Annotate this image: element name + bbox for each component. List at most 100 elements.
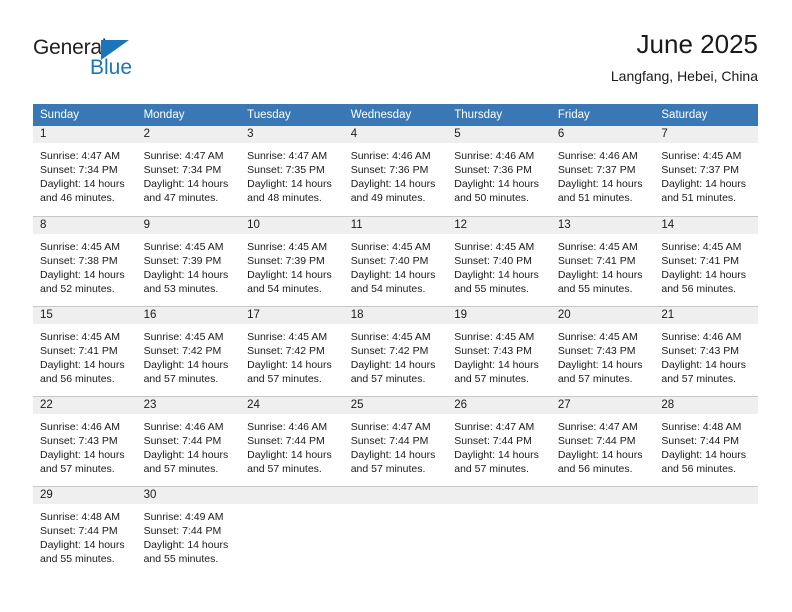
sunrise-text: Sunrise: 4:49 AM <box>143 510 224 523</box>
day-details: Sunrise: 4:45 AM Sunset: 7:42 PM Dayligh… <box>344 324 448 386</box>
page-title: June 2025 <box>636 29 758 59</box>
sunset-text: Sunset: 7:43 PM <box>454 344 532 357</box>
day-number: 29 <box>33 486 137 504</box>
daylight-text-line1: Daylight: 14 hours <box>40 178 125 190</box>
calendar-day-cell[interactable]: 11 Sunrise: 4:45 AM Sunset: 7:40 PM Dayl… <box>343 215 448 306</box>
calendar-day-cell[interactable]: 1 Sunrise: 4:47 AM Sunset: 7:34 PM Dayli… <box>33 126 137 216</box>
calendar-day-cell[interactable]: 30 Sunrise: 4:49 AM Sunset: 7:44 PM Dayl… <box>136 485 241 576</box>
calendar-day-cell[interactable]: 13 Sunrise: 4:45 AM Sunset: 7:41 PM Dayl… <box>550 215 655 306</box>
calendar-day-cell[interactable]: 4 Sunrise: 4:46 AM Sunset: 7:36 PM Dayli… <box>343 126 448 216</box>
calendar-day-cell[interactable]: 21 Sunrise: 4:46 AM Sunset: 7:43 PM Dayl… <box>654 305 758 396</box>
calendar-day-cell[interactable]: 20 Sunrise: 4:45 AM Sunset: 7:43 PM Dayl… <box>550 305 655 396</box>
day-number: 14 <box>654 216 758 234</box>
calendar-day-cell[interactable]: 16 Sunrise: 4:45 AM Sunset: 7:42 PM Dayl… <box>136 305 241 396</box>
sunrise-text: Sunrise: 4:47 AM <box>454 420 535 433</box>
day-details: Sunrise: 4:46 AM Sunset: 7:44 PM Dayligh… <box>240 414 344 476</box>
day-details: Sunrise: 4:45 AM Sunset: 7:41 PM Dayligh… <box>33 324 137 386</box>
day-details: Sunrise: 4:45 AM Sunset: 7:41 PM Dayligh… <box>551 234 655 296</box>
calendar-day-cell[interactable]: 28 Sunrise: 4:48 AM Sunset: 7:44 PM Dayl… <box>654 395 758 486</box>
sunrise-text: Sunrise: 4:45 AM <box>661 240 742 253</box>
sunset-text: Sunset: 7:34 PM <box>143 164 222 176</box>
calendar-day-cell[interactable]: 5 Sunrise: 4:46 AM Sunset: 7:36 PM Dayli… <box>447 126 551 216</box>
calendar-day-cell[interactable]: 23 Sunrise: 4:46 AM Sunset: 7:44 PM Dayl… <box>136 395 241 486</box>
calendar-day-cell[interactable]: 2 Sunrise: 4:47 AM Sunset: 7:34 PM Dayli… <box>136 126 241 216</box>
daylight-text-line1: Daylight: 14 hours <box>350 448 436 461</box>
daylight-text-line1: Daylight: 14 hours <box>661 268 747 281</box>
day-number: 4 <box>343 126 448 143</box>
weekday-header-row: Sunday Monday Tuesday Wednesday Thursday… <box>33 104 758 126</box>
daylight-text-line1: Daylight: 14 hours <box>661 448 747 461</box>
day-details: Sunrise: 4:47 AM Sunset: 7:34 PM Dayligh… <box>137 143 241 205</box>
calendar-day-cell[interactable]: 18 Sunrise: 4:45 AM Sunset: 7:42 PM Dayl… <box>343 305 448 396</box>
daylight-text-line1: Daylight: 14 hours <box>247 178 332 190</box>
daylight-text-line2: and 52 minutes. <box>40 282 115 295</box>
daylight-text-line2: and 56 minutes. <box>661 462 737 475</box>
daylight-text-line2: and 57 minutes. <box>247 462 322 475</box>
day-number: 21 <box>654 306 758 324</box>
weekday-header-thursday: Thursday <box>447 104 551 126</box>
daylight-text-line1: Daylight: 14 hours <box>143 538 229 551</box>
calendar-day-cell[interactable]: 19 Sunrise: 4:45 AM Sunset: 7:43 PM Dayl… <box>447 305 551 396</box>
day-details: Sunrise: 4:49 AM Sunset: 7:44 PM Dayligh… <box>137 504 241 566</box>
calendar-day-cell[interactable]: 7 Sunrise: 4:45 AM Sunset: 7:37 PM Dayli… <box>654 126 758 216</box>
daylight-text-line2: and 57 minutes. <box>661 372 737 385</box>
sunset-text: Sunset: 7:44 PM <box>40 524 118 537</box>
day-details: Sunrise: 4:46 AM Sunset: 7:43 PM Dayligh… <box>33 414 137 476</box>
calendar-day-cell[interactable]: 8 Sunrise: 4:45 AM Sunset: 7:38 PM Dayli… <box>33 215 137 306</box>
daylight-text-line1: Daylight: 14 hours <box>247 448 332 461</box>
daylight-text-line2: and 55 minutes. <box>454 282 529 295</box>
calendar-day-cell[interactable]: 25 Sunrise: 4:47 AM Sunset: 7:44 PM Dayl… <box>343 395 448 486</box>
calendar-day-cell[interactable]: 15 Sunrise: 4:45 AM Sunset: 7:41 PM Dayl… <box>33 305 137 396</box>
sunrise-text: Sunrise: 4:48 AM <box>40 510 120 523</box>
day-details: Sunrise: 4:45 AM Sunset: 7:42 PM Dayligh… <box>137 324 241 386</box>
day-details: Sunrise: 4:46 AM Sunset: 7:44 PM Dayligh… <box>137 414 241 476</box>
daylight-text-line1: Daylight: 14 hours <box>350 358 436 371</box>
daylight-text-line1: Daylight: 14 hours <box>557 268 643 281</box>
daylight-text-line2: and 57 minutes. <box>350 372 426 385</box>
calendar-day-cell[interactable]: 22 Sunrise: 4:46 AM Sunset: 7:43 PM Dayl… <box>33 395 137 486</box>
logo-text-blue: Blue <box>90 56 133 79</box>
sunrise-text: Sunrise: 4:47 AM <box>40 150 120 162</box>
day-number <box>550 486 655 504</box>
calendar-grid: Sunday Monday Tuesday Wednesday Thursday… <box>33 104 758 576</box>
calendar-day-cell[interactable]: 9 Sunrise: 4:45 AM Sunset: 7:39 PM Dayli… <box>136 215 241 306</box>
daylight-text-line2: and 57 minutes. <box>454 372 529 385</box>
sunrise-text: Sunrise: 4:45 AM <box>557 330 638 343</box>
calendar-day-cell[interactable]: 6 Sunrise: 4:46 AM Sunset: 7:37 PM Dayli… <box>550 126 655 216</box>
day-details: Sunrise: 4:45 AM Sunset: 7:39 PM Dayligh… <box>137 234 241 296</box>
sunset-text: Sunset: 7:44 PM <box>350 434 429 447</box>
daylight-text-line2: and 56 minutes. <box>40 372 115 385</box>
daylight-text-line2: and 49 minutes. <box>350 192 426 204</box>
calendar-day-cell-empty <box>240 485 344 576</box>
day-number: 7 <box>654 126 758 143</box>
calendar-week-row: 15 Sunrise: 4:45 AM Sunset: 7:41 PM Dayl… <box>33 305 758 396</box>
calendar-day-cell-empty <box>447 485 551 576</box>
calendar-day-cell-empty <box>550 485 655 576</box>
daylight-text-line2: and 50 minutes. <box>454 192 529 204</box>
day-number: 1 <box>33 126 137 143</box>
calendar-day-cell[interactable]: 27 Sunrise: 4:47 AM Sunset: 7:44 PM Dayl… <box>550 395 655 486</box>
day-number: 15 <box>33 306 137 324</box>
sunrise-text: Sunrise: 4:46 AM <box>661 330 742 343</box>
calendar-day-cell[interactable]: 10 Sunrise: 4:45 AM Sunset: 7:39 PM Dayl… <box>240 215 344 306</box>
calendar-day-cell[interactable]: 3 Sunrise: 4:47 AM Sunset: 7:35 PM Dayli… <box>240 126 344 216</box>
calendar-week-row: 8 Sunrise: 4:45 AM Sunset: 7:38 PM Dayli… <box>33 215 758 306</box>
calendar-day-cell[interactable]: 12 Sunrise: 4:45 AM Sunset: 7:40 PM Dayl… <box>447 215 551 306</box>
sunset-text: Sunset: 7:44 PM <box>557 434 636 447</box>
daylight-text-line2: and 54 minutes. <box>247 282 322 295</box>
calendar-day-cell[interactable]: 24 Sunrise: 4:46 AM Sunset: 7:44 PM Dayl… <box>240 395 344 486</box>
daylight-text-line2: and 57 minutes. <box>143 462 219 475</box>
calendar-day-cell[interactable]: 14 Sunrise: 4:45 AM Sunset: 7:41 PM Dayl… <box>654 215 758 306</box>
sunset-text: Sunset: 7:36 PM <box>350 164 429 176</box>
calendar-day-cell[interactable]: 17 Sunrise: 4:45 AM Sunset: 7:42 PM Dayl… <box>240 305 344 396</box>
calendar-day-cell[interactable]: 29 Sunrise: 4:48 AM Sunset: 7:44 PM Dayl… <box>33 485 137 576</box>
sunset-text: Sunset: 7:44 PM <box>454 434 532 447</box>
daylight-text-line2: and 57 minutes. <box>247 372 322 385</box>
calendar-day-cell[interactable]: 26 Sunrise: 4:47 AM Sunset: 7:44 PM Dayl… <box>447 395 551 486</box>
day-details: Sunrise: 4:45 AM Sunset: 7:43 PM Dayligh… <box>551 324 655 386</box>
sunrise-text: Sunrise: 4:45 AM <box>350 330 431 343</box>
daylight-text-line1: Daylight: 14 hours <box>350 268 436 281</box>
sunrise-text: Sunrise: 4:47 AM <box>247 150 328 162</box>
sunrise-text: Sunrise: 4:48 AM <box>661 420 742 433</box>
day-details: Sunrise: 4:46 AM Sunset: 7:37 PM Dayligh… <box>551 143 655 205</box>
